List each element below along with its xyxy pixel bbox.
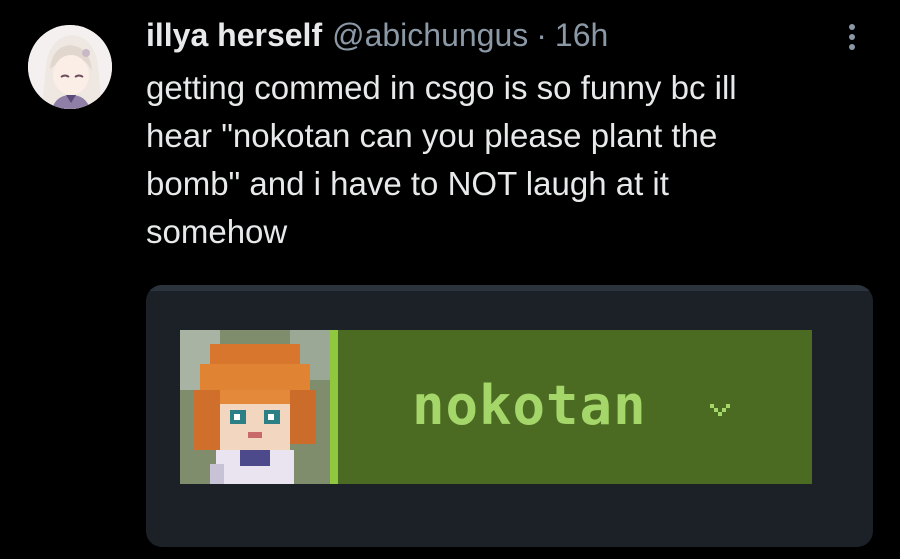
tweet-text: getting commed in csgo is so funny bc il… xyxy=(146,69,737,250)
separator-dot: · xyxy=(536,16,547,53)
more-vertical-icon[interactable] xyxy=(840,20,864,54)
chevron-down-icon[interactable] xyxy=(708,400,732,420)
user-handle[interactable]: @abichungus xyxy=(332,17,528,54)
tweet-header: illya herself @abichungus · 16h xyxy=(146,10,608,60)
card-top-edge xyxy=(146,285,873,291)
attached-image[interactable]: nokotan xyxy=(146,285,873,547)
timestamp[interactable]: 16h xyxy=(555,17,608,54)
steam-username[interactable]: nokotan xyxy=(412,374,647,437)
steam-user-panel[interactable]: nokotan xyxy=(180,330,812,484)
display-name[interactable]: illya herself xyxy=(146,17,322,54)
anime-girl-avatar-image xyxy=(28,25,112,109)
profile-avatar[interactable] xyxy=(28,25,112,109)
online-status-bar xyxy=(330,330,338,484)
pixelated-avatar-image xyxy=(180,330,330,484)
